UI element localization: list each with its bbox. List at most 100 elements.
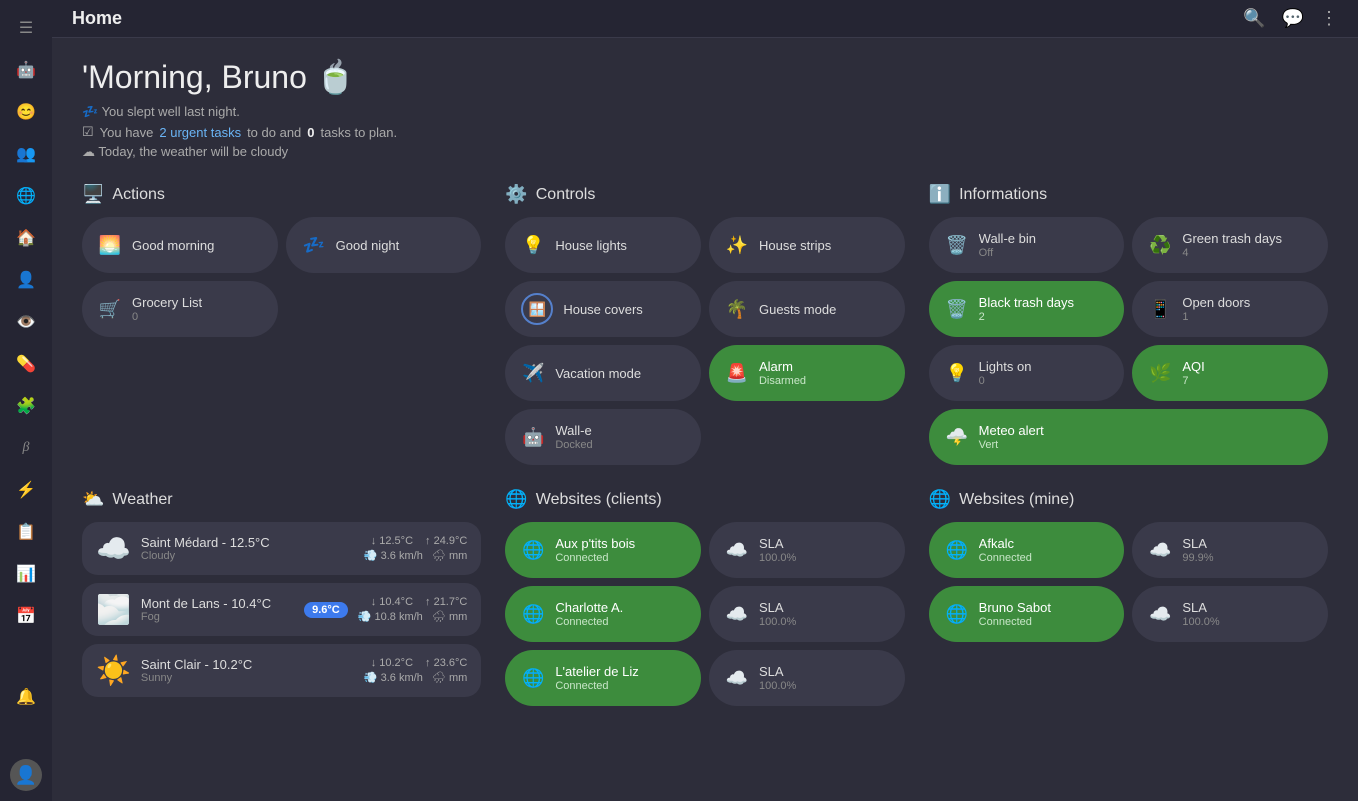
tile-meteo-alert[interactable]: 🌩️ Meteo alert Vert [929, 409, 1328, 465]
tile-wall-e[interactable]: 🤖 Wall-e Docked [505, 409, 701, 465]
weather-stats-2: ↓ 10.4°C ↑ 21.7°C 💨 10.8 km/h 🌧 mm [358, 596, 468, 623]
weather-stats-3: ↓ 10.2°C ↑ 23.6°C 💨 3.6 km/h 🌧 mm [364, 657, 467, 684]
tile-aux-ptits-bois[interactable]: 🌐 Aux p'tits bois Connected [505, 522, 701, 578]
sla-mine-2-label: SLA [1182, 600, 1312, 615]
search-icon[interactable]: 🔍 [1243, 8, 1265, 29]
house-covers-label: House covers [563, 302, 685, 317]
tile-good-night[interactable]: 💤 Good night [286, 217, 482, 273]
avatar[interactable]: 👤 [10, 759, 42, 791]
informations-title: Informations [959, 186, 1047, 204]
weather-title: Weather [112, 491, 172, 509]
sidebar-calendar-icon[interactable]: 📅 [8, 598, 44, 634]
sidebar-face-icon[interactable]: 😊 [8, 94, 44, 130]
informations-icon: ℹ️ [929, 184, 951, 205]
weather-name-3: Saint Clair - 10.2°C [141, 657, 354, 672]
message-icon[interactable]: 💬 [1282, 8, 1304, 29]
sidebar-chart-icon[interactable]: 📊 [8, 556, 44, 592]
informations-header: ℹ️ Informations [929, 184, 1328, 205]
tile-lights-on[interactable]: 💡 Lights on 0 [929, 345, 1125, 401]
wall-e-icon: 🤖 [521, 427, 545, 448]
tile-aqi[interactable]: 🌿 AQI 7 [1132, 345, 1328, 401]
sleep-line: 💤 You slept well last night. [82, 104, 1328, 120]
urgent-tasks-link[interactable]: 2 urgent tasks [159, 125, 241, 140]
afkalc-label: Afkalc [979, 536, 1109, 551]
informations-tiles: 🗑️ Wall-e bin Off ♻️ Green trash days 4 [929, 217, 1328, 465]
tile-sla-3[interactable]: ☁️ SLA 100.0% [709, 650, 905, 706]
aqi-icon: 🌿 [1148, 363, 1172, 384]
tile-liz[interactable]: 🌐 L'atelier de Liz Connected [505, 650, 701, 706]
tile-sla-1[interactable]: ☁️ SLA 100.0% [709, 522, 905, 578]
tile-bruno-sabot[interactable]: 🌐 Bruno Sabot Connected [929, 586, 1125, 642]
grocery-sublabel: 0 [132, 311, 262, 323]
bruno-sabot-icon: 🌐 [945, 604, 969, 625]
sidebar: ☰ 🤖 😊 👥 🌐 🏠 👤 👁️ 💊 🧩 β ⚡ 📋 📊 📅 🔔 👤 [0, 0, 52, 801]
tile-vacation-mode[interactable]: ✈️ Vacation mode [505, 345, 701, 401]
tile-sla-mine-2[interactable]: ☁️ SLA 100.0% [1132, 586, 1328, 642]
tile-grocery-list[interactable]: 🛒 Grocery List 0 [82, 281, 278, 337]
weather-list: ☁️ Saint Médard - 12.5°C Cloudy ↓ 12.5°C… [82, 522, 481, 697]
aux-ptits-bois-icon: 🌐 [521, 540, 545, 561]
weather-row-3[interactable]: ☀️ Saint Clair - 10.2°C Sunny ↓ 10.2°C ↑… [82, 644, 481, 697]
sidebar-person-icon[interactable]: 👤 [8, 262, 44, 298]
weather-temps-1: ↓ 12.5°C ↑ 24.9°C [371, 535, 468, 547]
tile-house-strips[interactable]: ✨ House strips [709, 217, 905, 273]
weather-section-icon: ⛅ [82, 489, 104, 510]
sidebar-beta-icon[interactable]: β [8, 430, 44, 466]
sidebar-globe-icon[interactable]: 🌐 [8, 178, 44, 214]
good-morning-icon: 🌅 [98, 235, 122, 256]
controls-header: ⚙️ Controls [505, 184, 904, 205]
sidebar-bell-icon[interactable]: 🔔 [8, 679, 44, 715]
open-doors-sublabel: 1 [1182, 311, 1312, 323]
bruno-sabot-label: Bruno Sabot [979, 600, 1109, 615]
sidebar-eye-icon[interactable]: 👁️ [8, 304, 44, 340]
greeting-section: 'Morning, Bruno 🍵 💤 You slept well last … [82, 58, 1328, 160]
websites-mine-panel: 🌐 Websites (mine) 🌐 Afkalc Connected ☁️ [929, 489, 1328, 706]
tasks-end: tasks to plan. [321, 125, 398, 140]
open-doors-icon: 📱 [1148, 299, 1172, 320]
tile-guests-mode[interactable]: 🌴 Guests mode [709, 281, 905, 337]
good-night-label: Good night [336, 238, 466, 253]
sidebar-menu-icon[interactable]: ☰ [8, 10, 44, 46]
afkalc-icon: 🌐 [945, 540, 969, 561]
sla-2-label: SLA [759, 600, 889, 615]
sidebar-bolt-icon[interactable]: ⚡ [8, 472, 44, 508]
tile-alarm[interactable]: 🚨 Alarm Disarmed [709, 345, 905, 401]
websites-clients-icon: 🌐 [505, 489, 527, 510]
lights-on-label: Lights on [979, 359, 1109, 374]
tile-good-morning[interactable]: 🌅 Good morning [82, 217, 278, 273]
sla-mine-1-label: SLA [1182, 536, 1312, 551]
tile-sla-2[interactable]: ☁️ SLA 100.0% [709, 586, 905, 642]
tile-open-doors[interactable]: 📱 Open doors 1 [1132, 281, 1328, 337]
tile-sla-mine-1[interactable]: ☁️ SLA 99.9% [1132, 522, 1328, 578]
more-icon[interactable]: ⋮ [1320, 8, 1338, 29]
weather-row-2[interactable]: 🌫️ Mont de Lans - 10.4°C Fog 9.6°C ↓ 10.… [82, 583, 481, 636]
tile-house-lights[interactable]: 💡 House lights [505, 217, 701, 273]
content-area: 'Morning, Bruno 🍵 💤 You slept well last … [52, 38, 1358, 801]
weather-wind-1: 💨 3.6 km/h 🌧 mm [364, 549, 467, 562]
tile-charlotte[interactable]: 🌐 Charlotte A. Connected [505, 586, 701, 642]
tile-wall-e-bin[interactable]: 🗑️ Wall-e bin Off [929, 217, 1125, 273]
sla-3-label: SLA [759, 664, 889, 679]
tile-house-covers[interactable]: 🪟 House covers [505, 281, 701, 337]
controls-title: Controls [536, 186, 596, 204]
sidebar-home-icon[interactable]: 🏠 [8, 220, 44, 256]
tile-afkalc[interactable]: 🌐 Afkalc Connected [929, 522, 1125, 578]
weather-row-1[interactable]: ☁️ Saint Médard - 12.5°C Cloudy ↓ 12.5°C… [82, 522, 481, 575]
meteo-alert-icon: 🌩️ [945, 427, 969, 448]
sidebar-people-icon[interactable]: 👥 [8, 136, 44, 172]
liz-sublabel: Connected [555, 680, 685, 692]
sidebar-list-icon[interactable]: 📋 [8, 514, 44, 550]
sidebar-robot-icon[interactable]: 🤖 [8, 52, 44, 88]
alarm-sublabel: Disarmed [759, 375, 889, 387]
sla-mine-1-icon: ☁️ [1148, 540, 1172, 561]
charlotte-icon: 🌐 [521, 604, 545, 625]
weather-info-2: Mont de Lans - 10.4°C Fog [141, 596, 294, 623]
tile-green-trash[interactable]: ♻️ Green trash days 4 [1132, 217, 1328, 273]
sidebar-pill-icon[interactable]: 💊 [8, 346, 44, 382]
weather-line: ☁ Today, the weather will be cloudy [82, 144, 1328, 160]
websites-mine-tiles: 🌐 Afkalc Connected ☁️ SLA 99.9% [929, 522, 1328, 642]
tile-black-trash[interactable]: 🗑️ Black trash days 2 [929, 281, 1125, 337]
sleep-text: 💤 You slept well last night. [82, 104, 240, 120]
sidebar-puzzle-icon[interactable]: 🧩 [8, 388, 44, 424]
liz-label: L'atelier de Liz [555, 664, 685, 679]
